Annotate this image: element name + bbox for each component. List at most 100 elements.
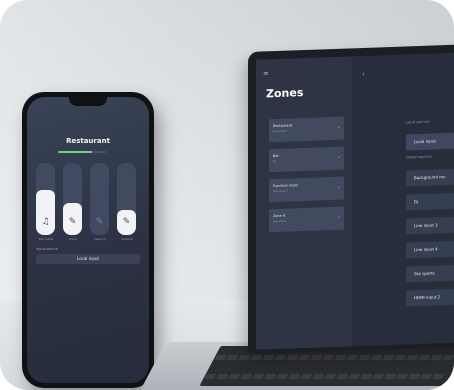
volume-slider[interactable]: ♫: [36, 163, 55, 235]
global-source-item[interactable]: Background mu: [406, 167, 454, 187]
keyboard-key: [394, 355, 407, 360]
chevron-down-icon: ⌄: [336, 213, 341, 220]
laptop-screen: ∞ Zones Restaurant Local input ⌄ Bar Dj ⌄ Func…: [256, 51, 454, 350]
global-source-item[interactable]: Sky sports: [406, 263, 454, 283]
keyboard-key: [382, 355, 395, 360]
zone-source: Local input: [273, 129, 287, 134]
keyboard-key: [430, 355, 443, 360]
global-source-item[interactable]: Line input 4: [406, 239, 454, 259]
global-source-label: HDMI input 2: [414, 294, 441, 301]
phone-source-label: Input source: [36, 247, 58, 251]
chevron-down-icon: ⌄: [336, 123, 341, 130]
laptop-keyboard: [199, 346, 454, 386]
volume-slider[interactable]: ✎: [117, 163, 136, 235]
zone-name: Zone 4: [273, 213, 286, 219]
global-source-label: Line input 4: [414, 246, 438, 253]
volume-slider[interactable]: ✎: [63, 163, 82, 235]
keyboard-key: [276, 374, 289, 379]
keyboard-key: [358, 355, 371, 360]
app-logo-icon: ∞: [263, 69, 269, 78]
phone-source-select[interactable]: Local input ⌄: [36, 254, 140, 264]
volume-slider-label: Line in: [68, 238, 78, 241]
keyboard-key: [216, 374, 229, 379]
global-source-item[interactable]: Dj: [406, 191, 454, 211]
keyboard-key: [442, 355, 454, 360]
keyboard-key: [228, 374, 241, 379]
zones-panel: ∞ Zones Restaurant Local input ⌄ Bar Dj ⌄ Func…: [256, 56, 352, 350]
keyboard-key: [324, 374, 337, 379]
keyboard-key: [262, 355, 275, 360]
keyboard-key: [238, 355, 251, 360]
volume-sliders: ♫ Ppm output ✎ Line in ✎ Input mic ✎ Input mic: [36, 163, 144, 243]
local-source-item[interactable]: Local input: [406, 131, 454, 151]
volume-slider-fill: [36, 190, 55, 235]
keyboard-key: [406, 355, 419, 360]
zone-name: Function room: [273, 183, 299, 189]
keyboard-key: [432, 374, 445, 379]
chevron-down-icon: ⌄: [83, 255, 89, 261]
photo-frame: Restaurant ♫ Ppm output ✎ Line in ✎ Input mic…: [0, 0, 454, 390]
keyboard-key: [250, 355, 263, 360]
zone-name: Bar: [273, 153, 279, 159]
keyboard-key: [252, 374, 265, 379]
zone-item[interactable]: Zone 4 Sky sports ⌄: [269, 206, 344, 233]
local-source-label: Local input: [414, 138, 436, 145]
phone-progress-bar: [58, 151, 106, 153]
microphone-icon: ✎: [122, 217, 131, 227]
volume-slider[interactable]: ✎: [90, 163, 109, 235]
zone-item[interactable]: Function room Line input 2 ⌄: [269, 176, 344, 203]
zones-title: Zones: [266, 86, 304, 101]
keyboard-key: [226, 355, 239, 360]
global-source-item[interactable]: Line input 3: [406, 215, 454, 235]
keyboard-key: [322, 355, 335, 360]
keyboard-key: [300, 374, 313, 379]
phone-notch: [69, 97, 107, 106]
zone-item[interactable]: Restaurant Local input ⌄: [269, 116, 344, 143]
volume-slider-label: Input mic: [94, 238, 106, 241]
back-chevron-icon[interactable]: ‹: [362, 70, 365, 78]
phone-screen: Restaurant ♫ Ppm output ✎ Line in ✎ Input mic…: [27, 97, 149, 383]
keyboard-key: [360, 374, 373, 379]
keyboard-key: [240, 374, 253, 379]
global-sources-label: Global sources: [406, 154, 432, 160]
keyboard-key: [298, 355, 311, 360]
global-source-label: Line input 3: [414, 222, 438, 229]
keyboard-key: [214, 355, 227, 360]
volume-slider-label: Input mic: [121, 238, 133, 241]
zone-source: Sky sports: [273, 219, 286, 224]
keyboard-key: [288, 374, 301, 379]
keyboard-key: [334, 355, 347, 360]
phone-zone-title: Restaurant: [66, 137, 110, 145]
phone-progress-fill: [58, 151, 92, 153]
zone-source: Dj: [273, 160, 276, 164]
keyboard-key: [310, 355, 323, 360]
global-source-item[interactable]: HDMI input 2: [406, 287, 454, 307]
microphone-icon: ✎: [68, 217, 77, 227]
keyboard-key: [372, 374, 385, 379]
keyboard-key: [274, 355, 287, 360]
keyboard-key: [384, 374, 397, 379]
keyboard-key: [346, 355, 359, 360]
microphone-icon: ✎: [95, 217, 104, 227]
zone-source: Line input 2: [273, 189, 288, 194]
global-source-label: Background mu: [414, 174, 446, 181]
global-source-label: Sky sports: [414, 270, 435, 277]
keyboard-key: [336, 374, 349, 379]
chevron-down-icon: ⌄: [336, 153, 341, 160]
keyboard-key: [420, 374, 433, 379]
keyboard-key: [312, 374, 325, 379]
keyboard-key: [348, 374, 361, 379]
keyboard-key: [396, 374, 409, 379]
music-note-icon: ♫: [41, 217, 50, 227]
volume-slider-label: Ppm output: [38, 238, 54, 241]
keyboard-key: [370, 355, 383, 360]
laptop: ∞ Zones Restaurant Local input ⌄ Bar Dj ⌄ Func…: [248, 43, 454, 354]
zone-name: Restaurant: [273, 123, 293, 129]
zone-item[interactable]: Bar Dj ⌄: [269, 146, 344, 173]
keyboard-key: [286, 355, 299, 360]
zones-list: Restaurant Local input ⌄ Bar Dj ⌄ Function roo…: [256, 56, 352, 233]
smartphone: Restaurant ♫ Ppm output ✎ Line in ✎ Input mic…: [22, 92, 154, 388]
keyboard-key: [204, 374, 217, 379]
keyboard-key: [408, 374, 421, 379]
keyboard-key: [418, 355, 431, 360]
